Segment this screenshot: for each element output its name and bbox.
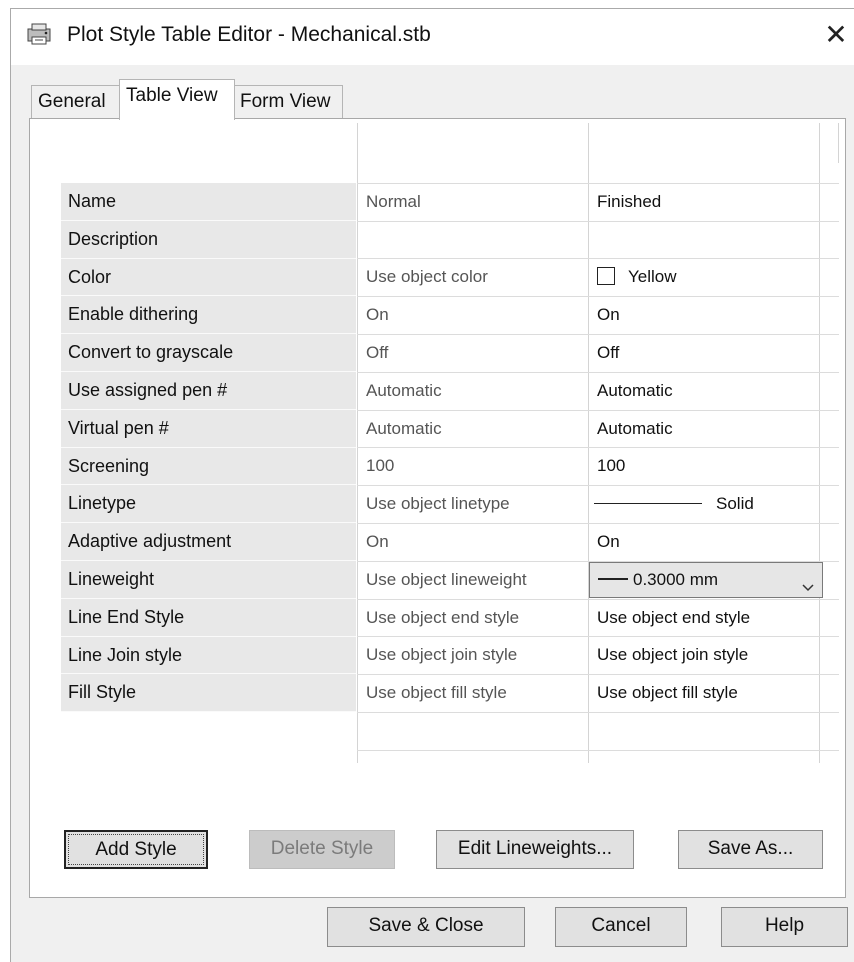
normal-style-cell[interactable]: Use object join style [366, 637, 588, 674]
table-row-color: Use object color Yellow [357, 259, 839, 298]
save-close-button[interactable]: Save & Close [327, 907, 525, 947]
finished-style-cell[interactable]: Use object join style [597, 637, 837, 674]
cancel-button[interactable]: Cancel [555, 907, 687, 947]
color-swatch [597, 267, 615, 286]
property-label-use-assigned-pen: Use assigned pen # [61, 371, 356, 410]
property-label-line-end-style: Line End Style [61, 598, 356, 637]
help-button[interactable]: Help [721, 907, 848, 947]
normal-style-cell[interactable]: Automatic [366, 411, 588, 448]
title-bar: Plot Style Table Editor - Mechanical.stb… [11, 9, 854, 65]
normal-style-cell[interactable] [366, 222, 588, 259]
normal-style-cell[interactable]: 100 [366, 448, 588, 485]
property-label-description: Description [61, 220, 356, 259]
finished-style-cell[interactable]: Automatic [597, 373, 837, 410]
header-spacer-row [357, 146, 839, 184]
edit-lineweights-button[interactable]: Edit Lineweights... [436, 830, 634, 869]
finished-style-cell[interactable]: Finished [597, 184, 837, 221]
window-title: Plot Style Table Editor - Mechanical.stb [67, 23, 431, 46]
finished-style-linetype-cell[interactable]: Solid [594, 486, 837, 523]
normal-style-cell[interactable]: Automatic [366, 373, 588, 410]
table-row-line-end-style: Use object end style Use object end styl… [357, 600, 839, 638]
style-values-grid: Normal Finished Use object color Yellow … [357, 123, 839, 763]
table-row-description [357, 222, 839, 260]
tab-general[interactable]: General [31, 85, 121, 119]
focus-rectangle [68, 834, 204, 865]
normal-style-cell[interactable]: Use object linetype [366, 486, 588, 523]
finished-style-cell[interactable]: Use object end style [597, 600, 837, 637]
table-row-linetype: Use object linetype Solid [357, 486, 839, 524]
save-as-button[interactable]: Save As... [678, 830, 823, 869]
tab-table-view[interactable]: Table View [119, 79, 235, 120]
table-row-convert-to-grayscale: Off Off [357, 335, 839, 373]
property-label-linetype: Linetype [61, 485, 356, 524]
lineweight-sample [598, 578, 628, 580]
table-row-line-join-style: Use object join style Use object join st… [357, 637, 839, 676]
delete-style-button[interactable]: Delete Style [249, 830, 395, 869]
property-label-fill-style: Fill Style [61, 674, 356, 713]
normal-style-cell[interactable]: Normal [366, 184, 588, 221]
linetype-sample [594, 502, 702, 505]
tab-form-view[interactable]: Form View [233, 85, 343, 119]
normal-style-cell[interactable]: Use object fill style [366, 675, 588, 712]
property-labels-column: Name Description Color Enable dithering … [61, 183, 356, 713]
finished-style-color-cell[interactable]: Yellow [597, 259, 837, 296]
table-row-lineweight: Use object lineweight 0.3000 mm [357, 561, 839, 600]
table-row-virtual-pen: Automatic Automatic [357, 411, 839, 449]
property-label-color: Color [61, 258, 356, 297]
linetype-value: Solid [716, 494, 754, 514]
table-row-adaptive-adjustment: On On [357, 524, 839, 562]
table-row-use-assigned-pen: Automatic Automatic [357, 373, 839, 411]
normal-style-cell[interactable]: Off [366, 335, 588, 372]
property-label-convert-to-grayscale: Convert to grayscale [61, 334, 356, 372]
finished-style-cell[interactable] [597, 222, 837, 259]
normal-style-cell[interactable]: Use object color [366, 259, 588, 296]
finished-style-cell[interactable]: Use object fill style [597, 675, 837, 712]
table-row-fill-style: Use object fill style Use object fill st… [357, 675, 839, 713]
normal-style-cell[interactable]: Use object lineweight [366, 562, 588, 599]
table-row-name: Normal Finished [357, 184, 839, 222]
plot-style-table-icon [27, 23, 51, 45]
table-row-enable-dithering: On On [357, 297, 839, 335]
finished-style-cell[interactable]: 100 [597, 448, 837, 485]
property-label-line-join-style: Line Join style [61, 636, 356, 675]
property-label-enable-dithering: Enable dithering [61, 296, 356, 335]
property-label-adaptive-adjustment: Adaptive adjustment [61, 523, 356, 561]
normal-style-cell[interactable]: Use object end style [366, 600, 588, 637]
property-label-screening: Screening [61, 447, 356, 486]
color-value: Yellow [628, 267, 677, 287]
property-label-name: Name [61, 183, 356, 221]
lineweight-value: 0.3000 mm [633, 569, 719, 589]
finished-style-cell[interactable]: Automatic [597, 411, 837, 448]
close-icon[interactable]: ✕ [818, 17, 854, 53]
finished-style-cell[interactable]: On [597, 297, 837, 334]
table-row-screening: 100 100 [357, 448, 839, 487]
property-label-lineweight: Lineweight [61, 560, 356, 599]
normal-style-cell[interactable]: On [366, 524, 588, 561]
normal-style-cell[interactable]: On [366, 297, 588, 334]
table-row-empty [357, 713, 839, 751]
lineweight-dropdown[interactable]: 0.3000 mm [589, 561, 823, 598]
plot-style-editor-window: Plot Style Table Editor - Mechanical.stb… [10, 8, 854, 962]
add-style-button[interactable]: Add Style [64, 830, 208, 869]
finished-style-cell[interactable]: On [597, 524, 837, 561]
property-label-virtual-pen: Virtual pen # [61, 409, 356, 448]
finished-style-cell[interactable]: Off [597, 335, 837, 372]
table-view-panel: Name Description Color Enable dithering … [29, 118, 846, 898]
chevron-down-icon[interactable] [802, 571, 814, 591]
